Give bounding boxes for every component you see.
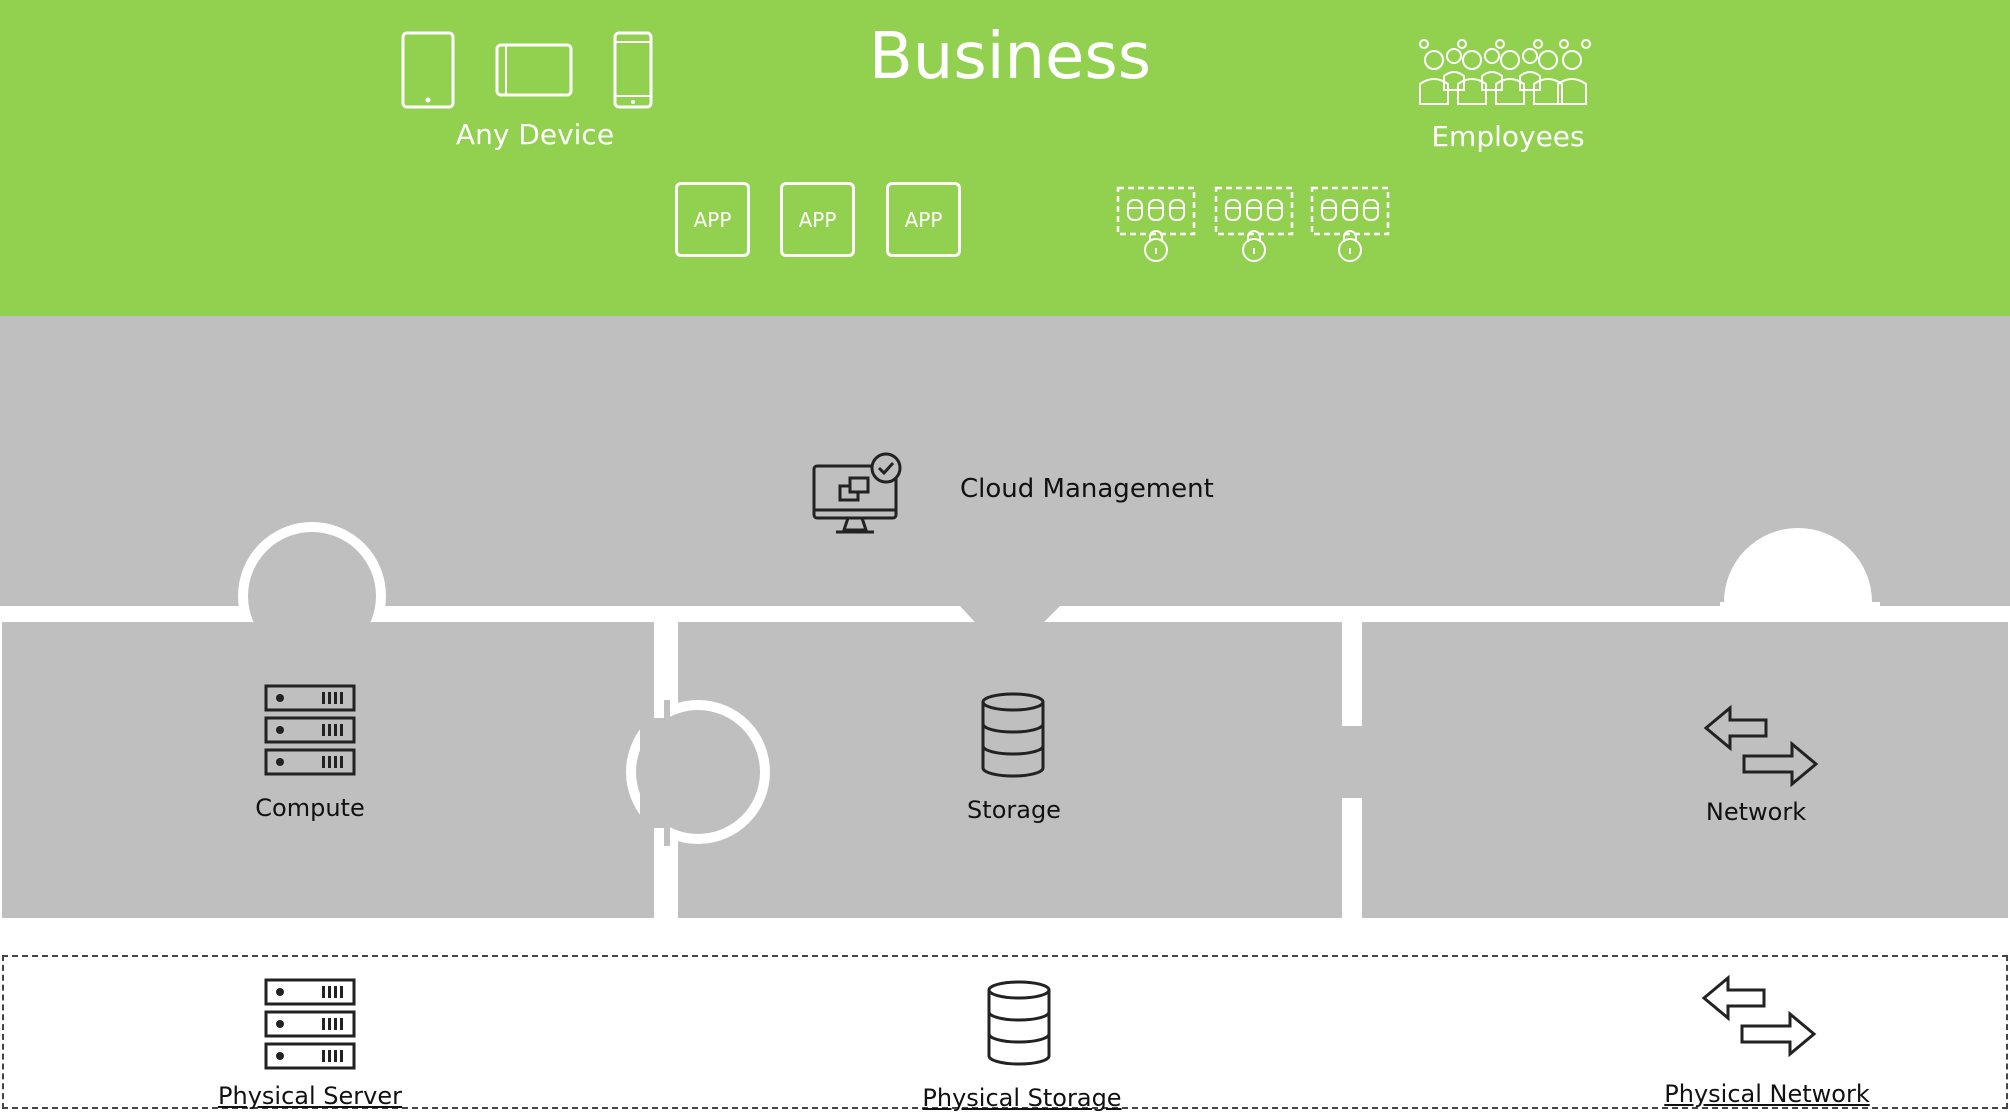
network-label: Network [1705, 798, 1807, 826]
employees-group-icon [1419, 39, 1591, 105]
secure-database-icon [1116, 186, 1196, 262]
employees-label: Employees [1431, 120, 1585, 153]
any-device-label: Any Device [455, 118, 615, 151]
physical-server-icon [264, 978, 356, 1070]
network-arrows-icon [1703, 704, 1819, 788]
app-label: APP [904, 207, 943, 232]
app-label: APP [798, 207, 837, 232]
physical-network-icon [1701, 974, 1817, 1058]
physical-storage-icon [987, 980, 1051, 1066]
tablet-icon [401, 31, 455, 109]
secure-database-icon [1310, 186, 1390, 262]
storage-puzzle-knob [1284, 690, 1408, 850]
physical-server-label: Physical Server [218, 1082, 402, 1110]
app-label: APP [693, 207, 732, 232]
app-icon: APP [675, 182, 750, 257]
phone-icon [613, 31, 653, 109]
secure-database-icon [1214, 186, 1294, 262]
cloud-management-label: Cloud Management [960, 474, 1214, 504]
monitor-check-icon [812, 452, 902, 534]
tablet-landscape-icon [495, 43, 573, 97]
database-icon [981, 692, 1045, 778]
compute-puzzle-knob [626, 700, 770, 846]
app-icon: APP [886, 182, 961, 257]
compute-label: Compute [255, 794, 365, 822]
app-icon: APP [780, 182, 855, 257]
architecture-diagram: Business Any Device Employees APP APP AP… [0, 0, 2010, 1112]
storage-label: Storage [967, 796, 1061, 824]
business-title: Business [868, 20, 1152, 94]
network-piece [1362, 622, 2008, 918]
server-rack-icon [264, 684, 356, 776]
physical-network-label: Physical Network [1664, 1080, 1870, 1108]
physical-storage-label: Physical Storage [922, 1084, 1122, 1112]
